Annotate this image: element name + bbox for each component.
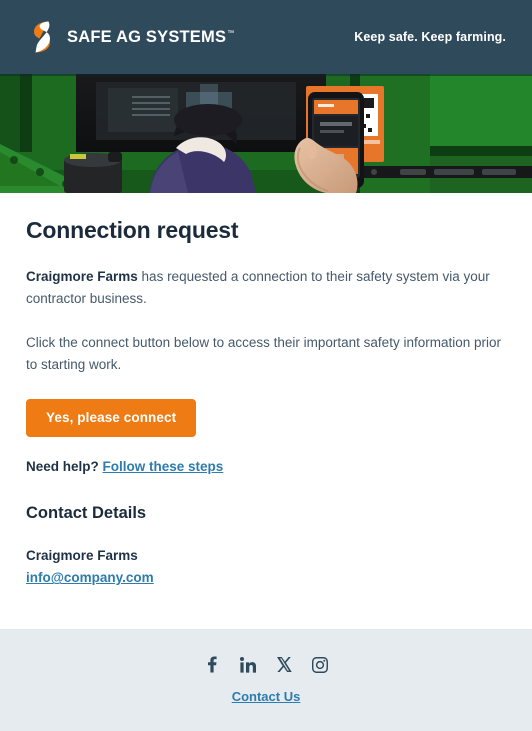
email-footer: Contact Us	[0, 629, 532, 731]
contact-company-name: Craigmore Farms	[26, 548, 138, 564]
instruction-paragraph: Click the connect button below to access…	[26, 334, 501, 372]
hero-image	[0, 74, 532, 193]
connect-button[interactable]: Yes, please connect	[26, 399, 197, 438]
email-body: Connection request Craigmore Farms has r…	[0, 193, 532, 589]
instagram-icon[interactable]	[312, 656, 328, 673]
email-header: SAFE AG SYSTEMS ™ Keep safe. Keep farming…	[0, 0, 532, 74]
contact-email-link[interactable]: info@company.com	[26, 567, 154, 589]
requesting-company-name: Craigmore Farms	[26, 269, 138, 284]
safe-ag-systems-s-mark-icon	[26, 20, 58, 54]
help-prefix-label: Need help?	[26, 459, 103, 475]
intro-paragraph: Craigmore Farms has requested a connecti…	[26, 266, 506, 310]
follow-these-steps-link[interactable]: Follow these steps	[103, 459, 224, 474]
facebook-icon[interactable]	[204, 656, 220, 673]
contact-us-link[interactable]: Contact Us	[232, 689, 301, 704]
linkedin-icon[interactable]	[240, 656, 256, 673]
brand-wordmark: SAFE AG SYSTEMS ™	[67, 29, 234, 46]
contact-details-heading: Contact Details	[26, 504, 147, 523]
contact-details-block: Craigmore Farms info@company.com	[26, 545, 506, 589]
help-line: Need help? Follow these steps	[26, 459, 506, 474]
page-title: Connection request	[26, 217, 239, 243]
brand-trademark: ™	[227, 29, 235, 37]
brand-name-text: SAFE AG SYSTEMS	[67, 27, 227, 46]
x-twitter-icon[interactable]	[276, 657, 292, 673]
header-tagline: Keep safe. Keep farming.	[354, 30, 506, 44]
brand-logo[interactable]: SAFE AG SYSTEMS ™	[26, 20, 234, 54]
social-links-row	[204, 656, 328, 673]
